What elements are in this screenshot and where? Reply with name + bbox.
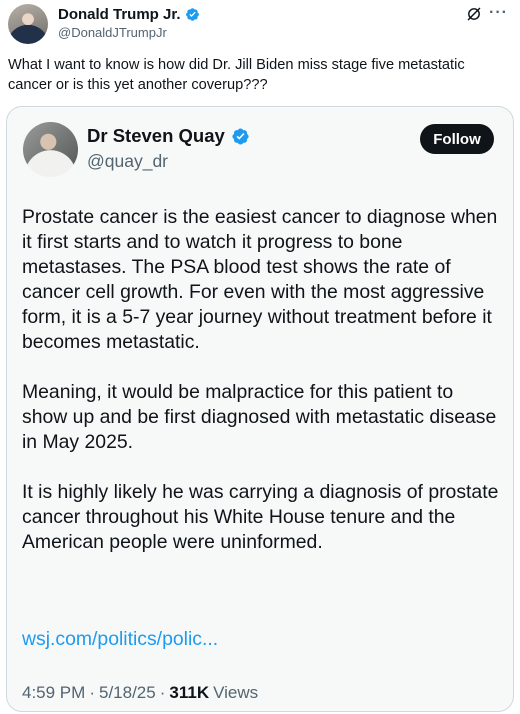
post-meta-row: 4:59 PM · 5/18/25 · 311K Views <box>22 683 258 703</box>
quoted-author-name-row: Dr Steven Quay <box>87 125 250 147</box>
meta-separator: · <box>89 683 95 702</box>
more-icon[interactable]: ··· <box>489 4 508 22</box>
outer-author-name-row: Donald Trump Jr. <box>58 6 200 23</box>
quoted-post-card[interactable]: Dr Steven Quay @quay_dr Follow Prostate … <box>6 106 514 712</box>
article-link[interactable]: wsj.com/politics/polic... <box>22 628 218 651</box>
quoted-post-body: Prostate cancer is the easiest cancer to… <box>22 205 502 555</box>
post-time[interactable]: 4:59 PM <box>22 683 85 703</box>
views-label: Views <box>213 683 259 702</box>
post-date[interactable]: 5/18/25 <box>99 683 156 703</box>
quoted-author-name[interactable]: Dr Steven Quay <box>87 125 225 147</box>
grok-icon[interactable] <box>466 6 482 22</box>
quoted-post-paragraph: Meaning, it would be malpractice for thi… <box>22 381 497 453</box>
outer-author-avatar[interactable] <box>8 4 48 44</box>
follow-button[interactable]: Follow <box>420 124 494 154</box>
meta-separator: · <box>159 683 166 702</box>
quoted-post-paragraph: Prostate cancer is the easiest cancer to… <box>22 206 498 353</box>
outer-author-handle[interactable]: @DonaldJTrumpJr <box>58 25 167 40</box>
outer-author-name[interactable]: Donald Trump Jr. <box>58 6 181 23</box>
quoted-author-handle[interactable]: @quay_dr <box>87 151 168 172</box>
verified-badge-icon <box>185 8 199 21</box>
quoted-post-paragraph: It is highly likely he was carrying a di… <box>22 481 499 553</box>
verified-badge-icon <box>232 128 249 144</box>
outer-post-header: Donald Trump Jr. @DonaldJTrumpJr ··· <box>8 4 512 44</box>
views-count[interactable]: 311K <box>169 683 209 703</box>
quoted-author-avatar[interactable] <box>23 122 78 177</box>
outer-post-text: What I want to know is how did Dr. Jill … <box>8 57 465 93</box>
